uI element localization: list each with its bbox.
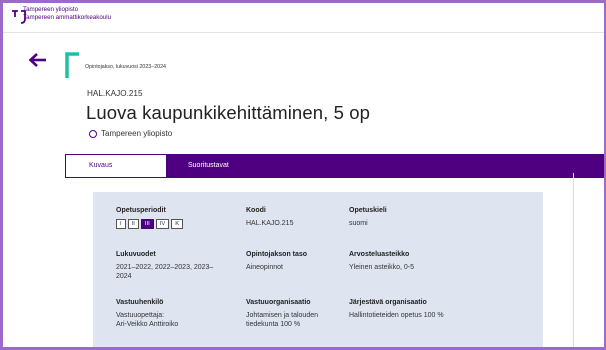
responsible-label: Vastuuhenkilö: [116, 299, 164, 306]
logo-line-2: Tampereen ammattikorkeakoulu: [23, 13, 112, 21]
periods-label: Opetusperiodit: [116, 207, 166, 214]
years-label: Lukuvuodet: [116, 251, 156, 258]
periods-field: Opetusperiodit I II III IV K: [116, 206, 184, 229]
organizing-org-field: Järjestävä organisaatio Hallintotieteide…: [349, 298, 444, 320]
divider: [573, 173, 574, 347]
back-arrow-icon[interactable]: [29, 53, 47, 67]
level-field: Opintojakson taso Aineopinnot: [246, 250, 307, 272]
tab-kuvaus[interactable]: Kuvaus: [66, 155, 166, 177]
level-value: Aineopinnot: [246, 263, 283, 271]
responsible-value-line-2: Ari-Veikko Anttiroiko: [116, 321, 179, 328]
period-i: I: [116, 218, 126, 229]
site-header: Tampereen yliopisto Tampereen ammattikor…: [3, 3, 604, 33]
course-meta: Opintojakso, lukuvuosi 2023–2024: [85, 64, 166, 70]
accent-corner-icon: [65, 52, 79, 78]
responsible-field: Vastuuhenkilö Vastuuopettaja: Ari-Veikko…: [116, 298, 178, 330]
period-iv: IV: [155, 218, 170, 229]
years-field: Lukuvuodet 2021–2022, 2022–2023, 2023– 2…: [116, 250, 213, 282]
code-field: Koodi HAL.KAJO.215: [246, 206, 293, 228]
grading-value: Yleinen asteikko, 0-5: [349, 263, 414, 271]
university-logo-text[interactable]: Tampereen yliopisto Tampereen ammattikor…: [23, 6, 111, 21]
level-label: Opintojakson taso: [246, 251, 308, 258]
tab-bar: Kuvaus Suoritustavat: [65, 154, 604, 178]
organizing-org-value: Hallintotieteiden opetus 100 %: [349, 311, 444, 319]
years-value-line-1: 2021–2022, 2022–2023, 2023–: [116, 263, 214, 271]
period-list: I II III IV K: [116, 218, 184, 229]
organization-circle-icon: [89, 129, 97, 138]
responsible-org-label: Vastuuorganisaatio: [246, 299, 311, 306]
organizing-org-label: Järjestävä organisaatio: [349, 299, 427, 306]
page-title: Luova kaupunkikehittäminen, 5 op: [86, 102, 370, 123]
code-value: HAL.KAJO.215: [246, 219, 294, 227]
organization-name: Tampereen yliopisto: [101, 129, 173, 138]
page: Tampereen yliopisto Tampereen ammattikor…: [3, 3, 604, 347]
course-info-panel: Opetusperiodit I II III IV K Koodi HAL.K…: [93, 192, 543, 347]
language-field: Opetuskieli suomi: [349, 206, 387, 228]
grading-field: Arvosteluasteikko Yleinen asteikko, 0-5: [349, 250, 414, 272]
period-ii: II: [127, 218, 139, 229]
language-value: suomi: [349, 219, 368, 227]
tab-suoritustavat[interactable]: Suoritustavat: [188, 154, 229, 178]
grading-label: Arvosteluasteikko: [349, 251, 410, 258]
responsible-org-field: Vastuuorganisaatio Johtamisen ja taloude…: [246, 298, 318, 330]
period-k: K: [171, 218, 184, 229]
logo-line-1: Tampereen yliopisto: [23, 6, 79, 13]
period-iii: III: [140, 218, 154, 229]
course-organization: Tampereen yliopisto: [89, 129, 172, 138]
language-label: Opetuskieli: [349, 207, 387, 214]
responsible-org-value-line-1: Johtamisen ja talouden: [246, 311, 318, 319]
course-code: HAL.KAJO.215: [87, 89, 143, 98]
years-value-line-2: 2024: [116, 273, 132, 280]
responsible-value-line-1: Vastuuopettaja:: [116, 311, 165, 319]
code-label: Koodi: [246, 207, 266, 214]
responsible-org-value-line-2: tiedekunta 100 %: [246, 321, 301, 328]
